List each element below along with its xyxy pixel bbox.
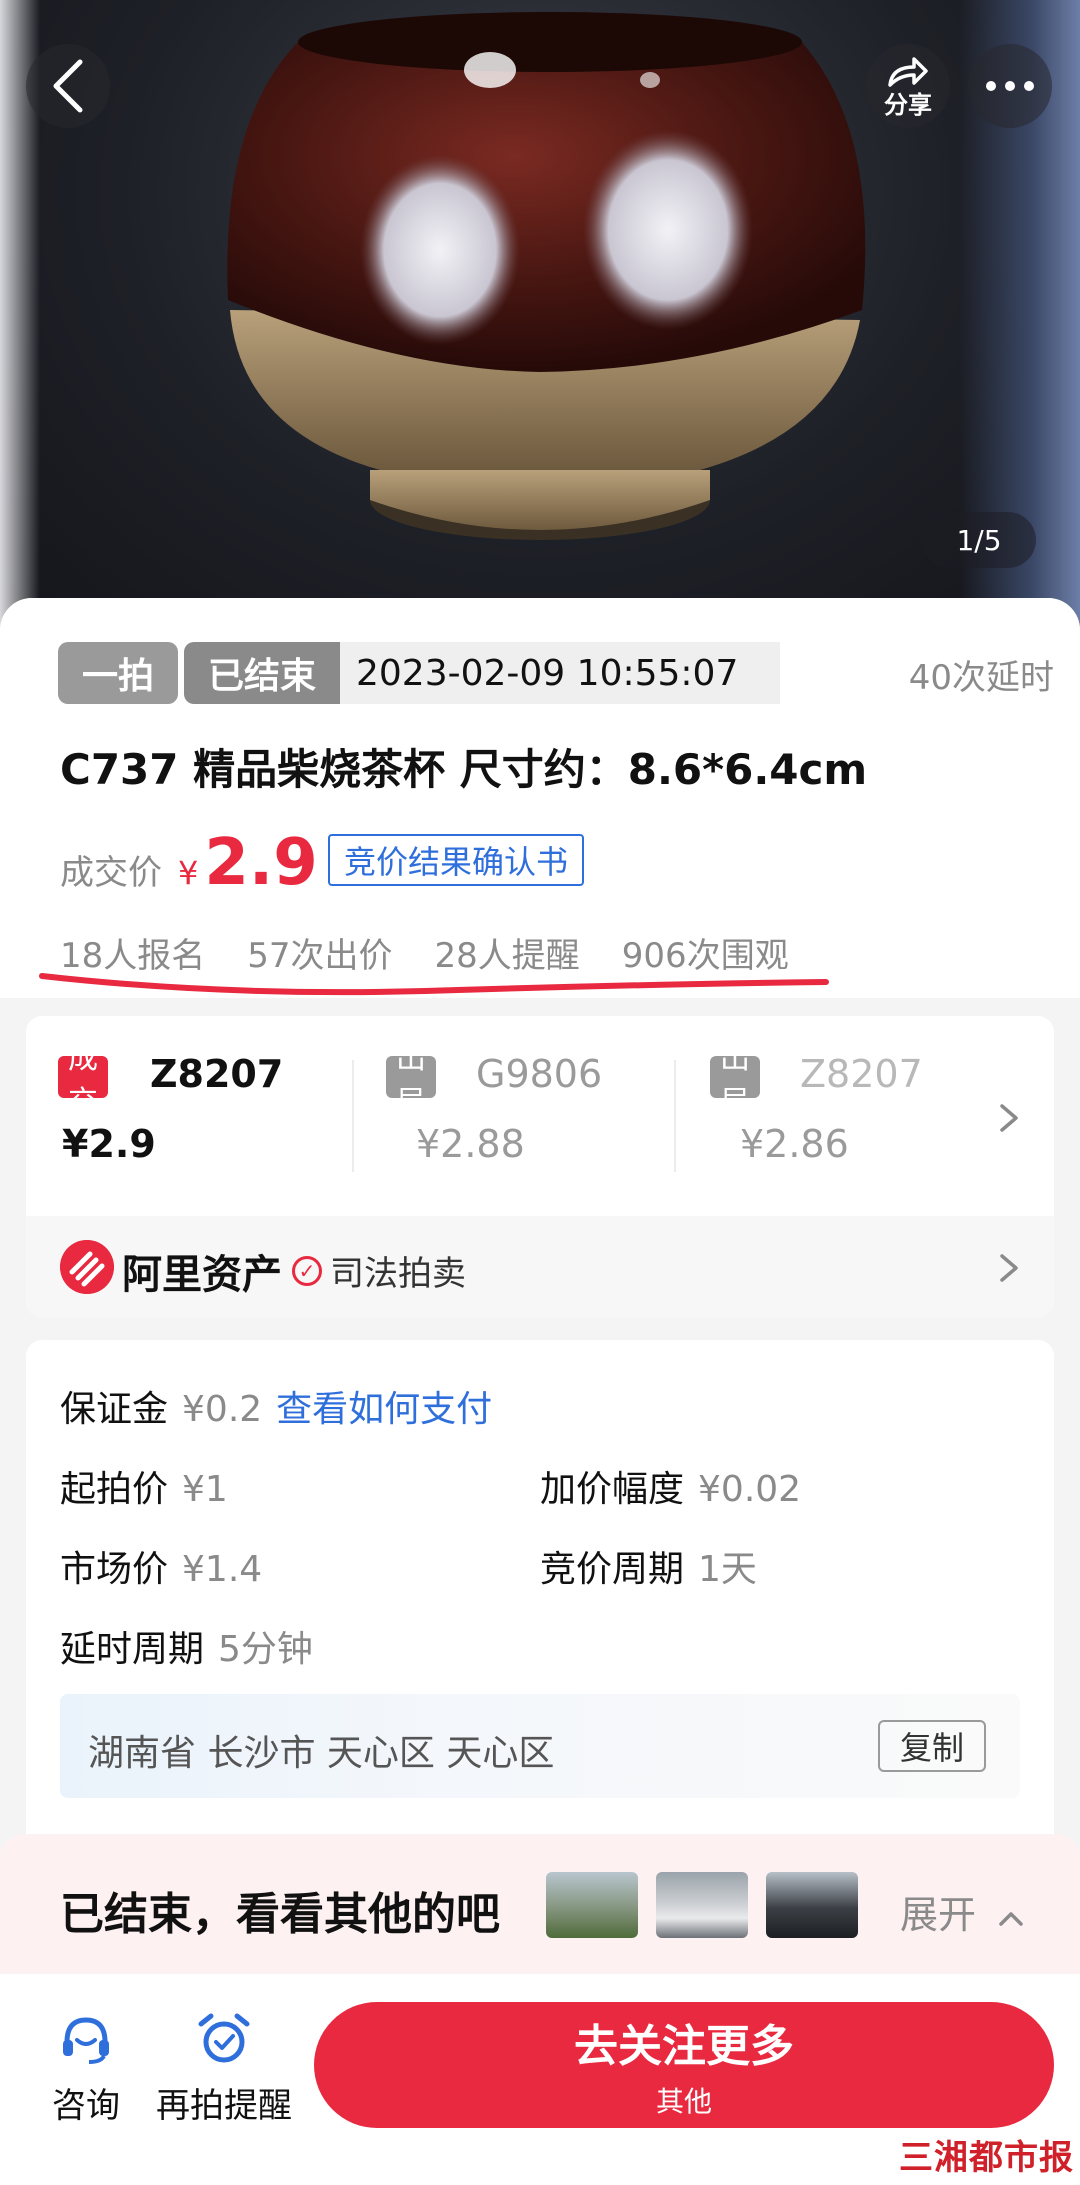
- judicial-auction-label: ✓ 司法拍卖: [292, 1246, 466, 1295]
- increment-label: 加价幅度: [540, 1469, 685, 1510]
- bidder-amount: ¥2.9: [62, 1122, 156, 1166]
- share-button[interactable]: 分享: [866, 44, 950, 128]
- bottom-action-bar: 咨询 再拍提醒 去关注更多 其他 三湘都市报: [0, 1974, 1080, 2185]
- product-image[interactable]: 分享 1/5: [0, 0, 1080, 640]
- re-auction-reminder-button[interactable]: 再拍提醒: [156, 2010, 292, 2127]
- bidder-amount: ¥2.86: [740, 1122, 849, 1166]
- bid-result-certificate-link[interactable]: 竞价结果确认书: [328, 834, 585, 886]
- bid-period-label: 竞价周期: [540, 1549, 685, 1590]
- recommendation-thumbnail[interactable]: [766, 1872, 858, 1938]
- bidder-status-tag: 成交: [58, 1041, 108, 1120]
- auction-end-time: 2023-02-09 10:55:07: [340, 642, 780, 704]
- cta-sub-label: 其他: [655, 2085, 712, 2118]
- chevron-right-icon: [1000, 1254, 1018, 1282]
- recommendation-thumbnail[interactable]: [656, 1872, 748, 1938]
- start-price-value: ¥1: [182, 1469, 228, 1510]
- bidder-status-tag: 出局: [710, 1041, 760, 1120]
- increment-value: ¥0.02: [698, 1469, 802, 1510]
- bid-records[interactable]: 成交 Z8207 ¥2.9 出局 G9806 ¥2.88 出局 Z8207 ¥2…: [26, 1016, 1054, 1216]
- recommendation-thumbnail[interactable]: [546, 1872, 638, 1938]
- delay-period-label: 延时周期: [60, 1629, 205, 1670]
- price-currency: ¥: [178, 854, 199, 892]
- cta-main-label: 去关注更多: [574, 2021, 794, 2072]
- more-button[interactable]: [968, 44, 1052, 128]
- image-page-indicator: 1/5: [922, 512, 1036, 568]
- chevron-right-icon: [1000, 1104, 1018, 1132]
- expand-button[interactable]: 展开: [900, 1884, 1024, 1939]
- delay-period-value: 5分钟: [218, 1629, 313, 1670]
- more-dots-icon: [986, 81, 1034, 91]
- chevron-left-icon: [53, 59, 83, 113]
- red-highlight-underline: [39, 973, 829, 996]
- ended-recommendation-banner[interactable]: 已结束，看看其他的吧 展开: [0, 1834, 1080, 1974]
- expand-label: 展开: [900, 1893, 977, 1937]
- copy-address-button[interactable]: 复制: [878, 1720, 986, 1772]
- auction-header: 一拍 已结束 2023-02-09 10:55:07 40次延时 C737 精品…: [0, 598, 1080, 998]
- check-circle-icon: ✓: [292, 1255, 322, 1286]
- market-price-label: 市场价: [60, 1549, 169, 1590]
- final-price-row: 成交价 ¥ 2.9: [60, 826, 318, 900]
- platform-name: 阿里资产: [122, 1252, 282, 1298]
- ali-assets-logo-icon: [60, 1240, 114, 1294]
- deposit-label: 保证金: [60, 1389, 169, 1430]
- market-price-row: 市场价 ¥1.4: [60, 1540, 262, 1592]
- headset-icon: [63, 2017, 109, 2064]
- address-box: 湖南省 长沙市 天心区 天心区 复制: [60, 1694, 1020, 1798]
- divider: [352, 1060, 354, 1172]
- auction-type-badge: 一拍: [58, 642, 178, 704]
- newspaper-watermark: 三湘都市报: [899, 2138, 1074, 2178]
- share-label: 分享: [884, 91, 932, 119]
- start-price-label: 起拍价: [60, 1469, 169, 1510]
- bidder-id: Z8207: [150, 1052, 284, 1096]
- address-text: 湖南省 长沙市 天心区 天心区: [88, 1733, 555, 1774]
- auction-status-badge: 已结束: [184, 642, 340, 704]
- start-price-row: 起拍价 ¥1: [60, 1460, 228, 1512]
- bid-period-value: 1天: [698, 1549, 757, 1590]
- increment-row: 加价幅度 ¥0.02: [540, 1460, 801, 1512]
- consult-button[interactable]: 咨询: [52, 2010, 120, 2127]
- auction-detail-card: 一拍 已结束 2023-02-09 10:55:07 40次延时 C737 精品…: [0, 598, 1080, 1948]
- follow-more-button[interactable]: 去关注更多 其他: [314, 2002, 1054, 2128]
- divider: [674, 1060, 676, 1172]
- remind-label: 再拍提醒: [156, 2086, 292, 2126]
- bid-period-row: 竞价周期 1天: [540, 1540, 757, 1592]
- deposit-value: ¥0.2: [182, 1389, 263, 1430]
- bidder-id: G9806: [476, 1052, 603, 1096]
- item-title: C737 精品柴烧茶杯 尺寸约：8.6*6.4cm: [60, 745, 868, 794]
- back-button[interactable]: [26, 44, 110, 128]
- platform-bar[interactable]: 阿里资产 ✓ 司法拍卖: [26, 1216, 1054, 1318]
- market-price-value: ¥1.4: [182, 1549, 263, 1590]
- final-price: 2.9: [204, 826, 318, 900]
- delay-count: 40次延时: [908, 658, 1054, 698]
- consult-label: 咨询: [52, 2086, 120, 2126]
- bidder-amount: ¥2.88: [416, 1122, 525, 1166]
- bidder-id: Z8207: [800, 1052, 923, 1096]
- alarm-clock-icon: [198, 2013, 250, 2063]
- ended-text: 已结束，看看其他的吧: [60, 1889, 500, 1940]
- price-label: 成交价: [60, 853, 162, 893]
- bidder-status-tag: 出局: [386, 1041, 436, 1120]
- platform-category: 司法拍卖: [330, 1254, 466, 1294]
- chevron-up-icon: [999, 1911, 1023, 1926]
- how-to-pay-link[interactable]: 查看如何支付: [276, 1389, 492, 1430]
- deposit-row: 保证金 ¥0.2 查看如何支付: [60, 1380, 492, 1432]
- share-icon: [888, 57, 928, 87]
- delay-period-row: 延时周期 5分钟: [60, 1620, 313, 1672]
